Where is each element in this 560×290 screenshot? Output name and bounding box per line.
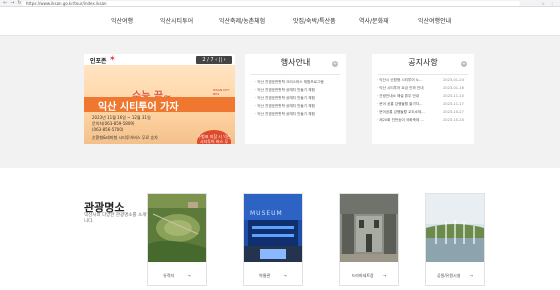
historic-sites-photo xyxy=(148,194,206,262)
back-icon[interactable]: ← xyxy=(3,0,7,6)
event-item[interactable]: · 익산 천경호판판학 공예치 만들기 체험 xyxy=(255,112,315,117)
attractions-description: 익산시의 다양한 관광명소를 소개합니다. xyxy=(84,213,151,224)
drama-set-building-image xyxy=(340,194,398,262)
museum-photo: MUSEUM xyxy=(244,194,302,262)
notice-item[interactable]: · 제20회 천만송이 국화축제 ... xyxy=(377,118,424,123)
browser-toolbar: ← → ↻ https://www.iksan.go.kr/tour/index… xyxy=(0,0,560,7)
notice-date: 2023-11-10 xyxy=(443,94,464,98)
museum-sign: MUSEUM xyxy=(250,210,283,217)
card-drama-set[interactable]: 드라마세트장 → xyxy=(339,193,399,286)
notice-item[interactable]: · 관광안내소 해설 휴무 안내 xyxy=(377,94,419,99)
arrow-right-icon: → xyxy=(283,273,287,278)
free-ride-badge: 수험표 지참 시 익산 시티투어 버스 무료!!! xyxy=(197,130,231,144)
notices-title: 공지사항 xyxy=(408,58,438,67)
browser-actions[interactable]: ☆ ⋮ xyxy=(520,1,560,6)
nav-food-stay[interactable]: 맛집/숙박/특산품 xyxy=(293,16,336,25)
notice-item[interactable]: · 익산 시티투어 요금 인하 안내 xyxy=(377,86,424,91)
museum-building-image xyxy=(244,194,302,262)
notice-date: 2023-11-17 xyxy=(443,102,464,106)
banner-subheadline: 익산 시티투어 가자 xyxy=(98,102,179,113)
card-drama-set-label: 드라마세트장 → xyxy=(340,273,398,279)
notice-date: 2023-10-20 xyxy=(443,118,464,122)
address-bar[interactable]: https://www.iksan.go.kr/tour/index.iksan xyxy=(22,0,520,6)
events-title: 행사안내 xyxy=(280,58,311,67)
banner-pager[interactable]: 2 / 7 ‹ || › xyxy=(196,56,232,64)
card-historic-sites[interactable]: 유적지 → xyxy=(147,193,207,286)
reload-icon[interactable]: ↻ xyxy=(17,0,21,6)
aerial-landscape-image xyxy=(148,194,206,262)
banner-note: 순환형&테마형 시티투어버스 무료 승차 xyxy=(92,135,158,140)
notice-date: 2023-01-24 xyxy=(443,78,464,82)
browser-nav: ← → ↻ xyxy=(0,0,22,6)
banner-image: IKSAN CITY BUS 수능 끝~ 익산 시티투어 가자 2023년 11… xyxy=(84,65,235,144)
card-museum-label: 박물관 → xyxy=(244,273,302,279)
card-museum[interactable]: MUSEUM 박물관 → xyxy=(243,193,303,286)
arrow-right-icon: → xyxy=(469,273,474,278)
forward-icon[interactable]: → xyxy=(10,0,14,6)
notices-divider xyxy=(378,74,468,75)
events-panel: 행사안내 + · 익산 천경호판판학 크리스마스 체험프로그램 · 익산 천경호… xyxy=(245,54,346,144)
card-label-text: 유적지 xyxy=(163,273,175,278)
card-label-text: 공원/유원시설 xyxy=(436,273,461,278)
events-more-icon[interactable]: + xyxy=(332,61,338,67)
drama-set-photo xyxy=(340,194,398,262)
events-divider xyxy=(251,74,340,75)
info-zone-banner[interactable]: 인포존 ✶ 2 / 7 ‹ || › IKSAN CITY BUS 수능 끝~ … xyxy=(84,54,235,144)
notice-date: 2023-01-16 xyxy=(443,86,464,90)
event-item[interactable]: · 익산 천경호판판학 공예치 만들기 체험 xyxy=(255,104,315,109)
main-navigation: 익산여행 익산시티투어 익산축제/농촌체험 맛집/숙박/특산품 역사/문화재 익… xyxy=(0,7,560,36)
card-label-text: 드라마세트장 xyxy=(351,273,374,278)
banner-subheadline-strip: 익산 시티투어 가자 xyxy=(84,97,235,113)
parks-photo xyxy=(426,194,484,262)
nav-travel-guide[interactable]: 익산여행안내 xyxy=(418,16,451,25)
star-doodle-icon: ✶ xyxy=(109,54,116,63)
event-item[interactable]: · 익산 천경호판판학 크리스마스 체험프로그램 xyxy=(255,80,324,85)
notice-date: 2023-10-27 xyxy=(443,110,464,114)
event-item[interactable]: · 익산 천경호판판학 공예치 만들기 체험 xyxy=(255,88,315,93)
notices-panel: 공지사항 + · 익산시 순환형 시티투어 노... 2023-01-24 · … xyxy=(372,54,474,144)
banner-contact-2: (063-856-5700) xyxy=(92,127,124,132)
card-historic-sites-label: 유적지 → xyxy=(148,273,206,279)
nav-iksan-travel[interactable]: 익산여행 xyxy=(111,16,133,25)
info-zone-label: 인포존 xyxy=(90,58,107,65)
arrow-right-icon: → xyxy=(187,273,191,278)
arrow-right-icon: → xyxy=(383,273,387,278)
nav-festival[interactable]: 익산축제/농촌체험 xyxy=(219,16,265,25)
card-parks-label: 공원/유원시설 → xyxy=(426,273,484,279)
notices-more-icon[interactable]: + xyxy=(461,61,467,67)
notice-item[interactable]: · 문어공룡 강행돌활 교도소체... xyxy=(377,110,425,115)
notice-item[interactable]: · 문어 공룡 강행돌활 출가자... xyxy=(377,102,423,107)
banner-header: 인포존 ✶ 2 / 7 ‹ || › xyxy=(84,54,235,65)
card-label-text: 박물관 xyxy=(259,273,271,278)
park-fountain-image xyxy=(426,194,484,262)
notice-item[interactable]: · 익산시 순환형 시티투어 노... xyxy=(377,78,423,83)
nav-history-culture[interactable]: 역사/문화재 xyxy=(359,16,389,25)
event-item[interactable]: · 익산 천경호판판학 공예치 만들기 체험 xyxy=(255,96,315,101)
bus-label: IKSAN CITY BUS xyxy=(213,88,230,96)
nav-city-tour[interactable]: 익산시티투어 xyxy=(160,16,193,25)
card-parks[interactable]: 공원/유원시설 → xyxy=(425,193,485,286)
